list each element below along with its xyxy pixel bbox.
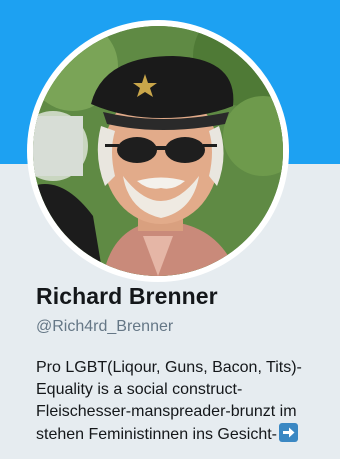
avatar-frame	[27, 20, 289, 282]
avatar[interactable]	[33, 26, 283, 276]
bio-line-last: stehen Feministinnen ins Gesicht-	[36, 423, 336, 446]
avatar-photo	[33, 26, 283, 276]
bio-line-text: stehen Feministinnen ins Gesicht-	[36, 426, 277, 443]
right-arrow-emoji-icon	[279, 423, 298, 442]
profile-handle: @Rich4rd_Brenner	[36, 318, 174, 335]
profile-bio: Pro LGBT(Liqour, Guns, Bacon, Tits)- Equ…	[36, 357, 336, 446]
profile-display-name: Richard Brenner	[36, 283, 218, 309]
bio-line: Equality is a social construct-	[36, 381, 243, 398]
bio-line: Fleischesser-manspreader-brunzt im	[36, 403, 297, 420]
bio-line: Pro LGBT(Liqour, Guns, Bacon, Tits)-	[36, 359, 302, 376]
